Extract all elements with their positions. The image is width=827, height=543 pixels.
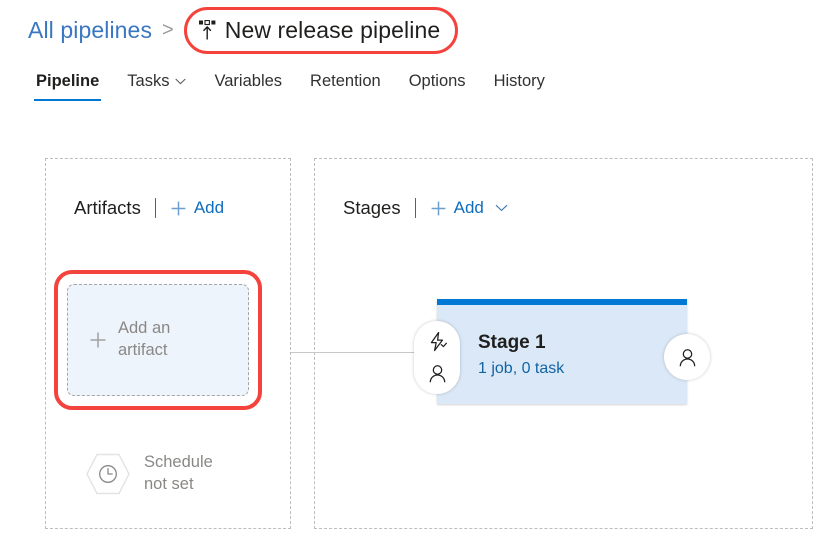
add-stage-button[interactable]: Add [430,198,484,218]
schedule-line1: Schedule [144,453,213,472]
release-pipeline-editor: All pipelines > New release pipeline Pip… [0,0,827,543]
lightning-bolt-icon [430,332,447,352]
plus-icon [431,201,446,215]
tab-tasks[interactable]: Tasks [113,68,200,101]
pre-deployment-conditions-button[interactable] [414,321,460,394]
artifact-stage-connector [291,352,420,353]
stage-name: Stage 1 [478,332,546,353]
person-icon [679,348,695,366]
breadcrumb-all-pipelines-link[interactable]: All pipelines [28,17,152,44]
schedule-trigger[interactable]: Schedule not set [86,452,213,496]
pipeline-title: New release pipeline [224,16,441,43]
artifacts-header: Artifacts Add [74,197,224,219]
breadcrumb: All pipelines > New release pipeline [28,6,459,54]
tab-pipeline-label: Pipeline [36,72,100,90]
clock-hexagon-icon [86,453,130,495]
add-an-artifact-tile[interactable]: Add an artifact [67,284,249,396]
stage-meta: 1 job, 0 task [478,360,565,377]
header-divider [414,198,416,218]
stage-text-block: Stage 1 1 job, 0 task [478,332,564,378]
tab-options[interactable]: Options [395,68,480,101]
tab-variables-label: Variables [214,72,283,90]
artifacts-title: Artifacts [74,197,141,218]
tab-history[interactable]: History [480,68,559,101]
plus-icon [171,201,186,215]
tab-retention-label: Retention [310,72,381,90]
release-pipeline-icon [198,20,216,40]
stages-title: Stages [343,197,401,218]
tab-retention[interactable]: Retention [296,68,395,101]
chevron-down-icon [175,78,187,85]
stage-card[interactable]: Stage 1 1 job, 0 task [414,299,710,404]
schedule-line2: not set [144,475,194,493]
tab-pipeline[interactable]: Pipeline [22,68,113,101]
post-deployment-conditions-button[interactable] [664,334,710,380]
add-artifact-button[interactable]: Add [170,198,224,218]
stage-card-group: Stage 1 1 job, 0 task [414,299,710,404]
chevron-down-icon[interactable] [495,204,508,212]
tab-variables[interactable]: Variables [200,68,296,101]
schedule-label-block: Schedule not set [144,452,213,496]
add-artifact-label: Add [193,198,225,217]
tab-options-label: Options [408,72,466,90]
breadcrumb-current-item[interactable]: New release pipeline [183,6,459,54]
breadcrumb-separator: > [162,18,174,41]
tab-bar: Pipeline Tasks Variables Retention Optio… [22,68,559,101]
add-stage-label: Add [453,198,484,217]
artifacts-panel: Artifacts Add Add an artifact Schedule n… [45,158,291,529]
tab-history-label: History [493,72,545,90]
tab-tasks-label: Tasks [127,72,170,90]
stages-header: Stages Add [343,197,508,219]
plus-icon [90,332,106,348]
header-divider [154,198,156,218]
add-artifact-tile-wrap: Add an artifact [54,270,262,410]
add-an-artifact-label: Add an artifact [118,319,171,359]
person-icon [429,364,445,382]
